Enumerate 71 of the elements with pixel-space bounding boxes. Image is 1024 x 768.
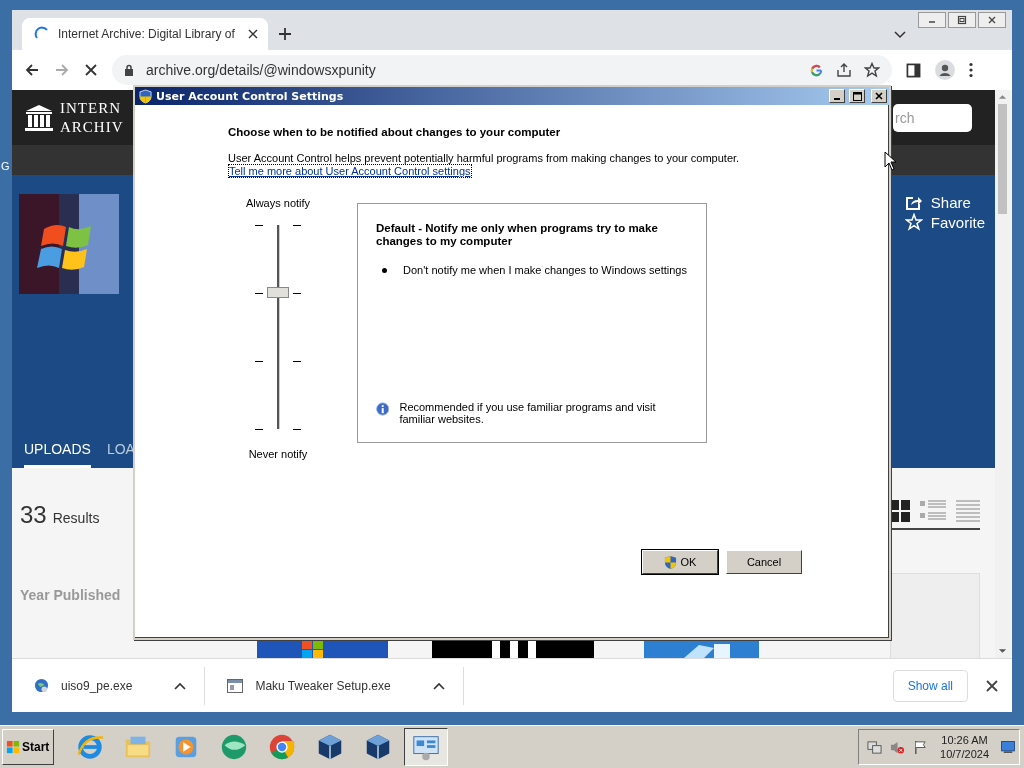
note-text: Recommended if you use familiar programs and visit familiar websites. <box>399 401 657 425</box>
description-text: User Account Control helps prevent potentially harmful programs from making changes to your computer. <box>228 152 741 164</box>
globe-icon <box>34 678 49 693</box>
taskbar-uac-icon[interactable] <box>404 728 448 766</box>
star-icon[interactable] <box>864 62 880 78</box>
slider-label: Never notify <box>248 448 308 460</box>
clock[interactable]: 10:26 AM 10/7/2024 <box>940 733 989 761</box>
back-icon[interactable] <box>24 62 40 78</box>
scrollbar[interactable] <box>995 90 1010 658</box>
scroll-thumb[interactable] <box>998 104 1007 214</box>
bullet-icon <box>382 267 387 273</box>
show-all-button[interactable]: Show all <box>892 669 968 702</box>
desktop-text: G <box>1 160 10 172</box>
stop-icon[interactable] <box>84 63 98 77</box>
show-desktop-icon[interactable] <box>1001 741 1015 753</box>
window-icon <box>227 678 244 693</box>
close-icon <box>987 15 997 25</box>
muted-speaker-icon[interactable] <box>890 739 906 755</box>
info-icon <box>376 401 390 417</box>
maximize-button[interactable] <box>849 89 865 103</box>
side-panel-icon[interactable] <box>906 62 921 78</box>
close-icon[interactable] <box>986 679 998 692</box>
page-tab[interactable]: LOA <box>106 441 135 468</box>
shield-icon <box>663 554 677 570</box>
start-button[interactable]: Start <box>2 729 54 765</box>
lock-icon <box>124 64 134 76</box>
scroll-down-icon[interactable] <box>998 648 1007 654</box>
g-logo-icon[interactable] <box>809 62 824 78</box>
new-tab-icon[interactable] <box>278 27 292 41</box>
caret-up-icon[interactable] <box>432 681 445 690</box>
help-link[interactable]: Tell me more about User Account Control settings <box>228 164 472 178</box>
close-icon[interactable] <box>248 29 258 39</box>
star-icon <box>904 213 923 231</box>
close-button[interactable] <box>978 12 1006 28</box>
download-item[interactable]: Maku Tweaker Setup.exe <box>205 666 464 705</box>
windows-logo-icon <box>6 739 21 755</box>
scroll-up-icon[interactable] <box>998 94 1007 100</box>
share-icon[interactable] <box>836 62 852 78</box>
menu-icon[interactable] <box>969 62 973 78</box>
shield-icon <box>139 88 152 104</box>
restore-button[interactable] <box>948 12 976 28</box>
results-label: Results <box>52 510 100 526</box>
action-link[interactable]: Share <box>904 194 985 211</box>
cancel-button[interactable]: Cancel <box>726 550 802 574</box>
address-bar[interactable]: archive.org/details/@windowsxpunity <box>112 55 892 85</box>
title-bar: User Account Control Settings <box>135 87 889 105</box>
logo-text[interactable]: ARCHIV <box>60 117 124 137</box>
temple-logo-icon[interactable] <box>24 102 54 133</box>
ok-button[interactable]: OK <box>642 550 718 574</box>
slider-label: Always notify <box>245 197 311 209</box>
restore-icon <box>957 15 967 25</box>
bullet-text: Don't notify me when I make changes to Windows settings <box>403 264 687 276</box>
slider-track[interactable] <box>255 225 301 429</box>
close-icon <box>875 92 883 100</box>
setting-title: Default - Notify me only when programs try to make changes to my computer <box>376 222 659 248</box>
filter-heading: Year Published <box>20 587 122 603</box>
network-icon[interactable] <box>867 739 883 755</box>
browser-tab[interactable]: Internet Archive: Digital Library of <box>22 18 268 50</box>
logo-text[interactable]: INTERN <box>60 98 124 118</box>
page-tab[interactable]: UPLOADS <box>24 441 91 468</box>
profile-icon[interactable] <box>935 60 955 80</box>
chevron-down-icon[interactable] <box>894 31 906 39</box>
slider-thumb[interactable] <box>267 286 289 298</box>
caret-up-icon[interactable] <box>174 681 187 690</box>
result-count: 33 <box>20 501 47 529</box>
download-item[interactable]: uiso9_pe.exe <box>12 666 206 705</box>
share-icon <box>904 194 923 211</box>
action-link[interactable]: Favorite <box>904 213 985 231</box>
maximize-icon <box>852 91 862 101</box>
dialog-heading: Choose when to be notified about changes to your computer <box>228 126 562 138</box>
flag-icon[interactable] <box>913 739 929 755</box>
